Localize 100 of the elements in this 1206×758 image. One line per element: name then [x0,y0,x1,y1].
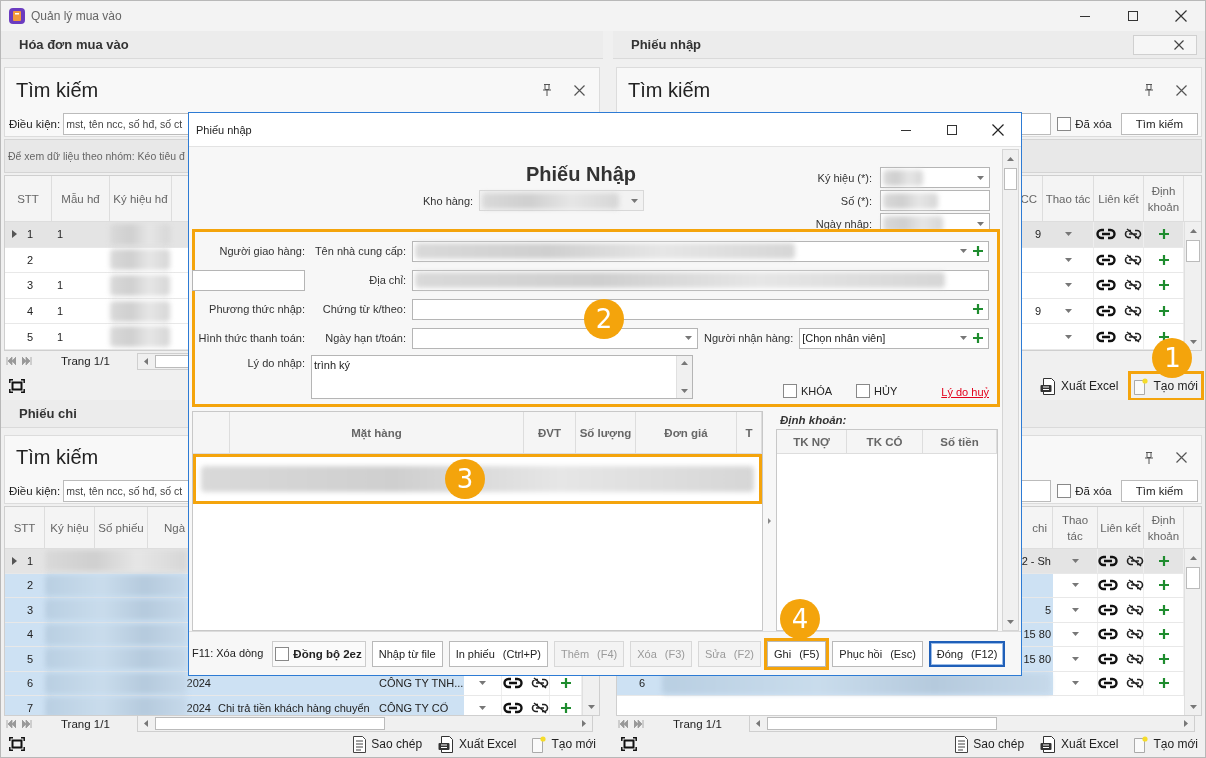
add-icon[interactable] [1158,254,1169,265]
column-header[interactable]: Ký hiệu [45,507,95,548]
scrollbar[interactable] [137,715,593,732]
dropdown-caret-icon[interactable] [1064,283,1072,288]
unlink-icon[interactable] [1125,652,1144,665]
dropdown-field[interactable] [412,240,989,262]
first-page-icon[interactable] [6,357,16,365]
arrow-right-icon[interactable] [582,720,586,727]
search-button[interactable]: Tìm kiếm [1120,480,1198,502]
dropdown-caret-icon[interactable] [1071,681,1079,686]
column-header[interactable]: STT [5,176,52,221]
maximize-icon[interactable] [947,124,957,135]
deleted-checkbox[interactable]: Đã xóa [1057,484,1112,498]
maximize-icon[interactable] [1128,11,1138,21]
unlink-icon[interactable] [530,677,549,690]
link-icon[interactable] [502,677,523,690]
close-icon[interactable] [1176,452,1187,463]
add-icon[interactable] [1158,331,1169,342]
column-header[interactable]: Mẫu hđ [52,176,110,221]
column-header[interactable]: Liên kết [1098,507,1144,548]
link-icon[interactable] [1097,579,1118,592]
fit-screen-icon[interactable] [621,737,637,751]
dropdown-field[interactable] [412,327,698,349]
export-excel-button[interactable]: Xuất Excel [1037,374,1122,398]
add-icon[interactable] [560,702,571,713]
text-field[interactable] [412,269,989,291]
column-header[interactable]: ĐVT [524,412,576,453]
link-icon[interactable] [1095,305,1116,318]
dropdown-field[interactable] [880,213,990,229]
new-button[interactable]: Tạo mới [1131,732,1201,756]
arrow-left-icon[interactable] [144,357,148,365]
arrow-up-icon[interactable] [681,361,688,365]
add-icon[interactable] [973,246,983,256]
column-header[interactable]: Thao tác [1043,176,1094,221]
link-icon[interactable] [1095,253,1116,266]
dropdown-caret-icon[interactable] [479,705,486,710]
column-header[interactable]: Số tiền [923,430,997,453]
action-button[interactable]: Nhập từ file [371,640,443,667]
unlink-icon[interactable] [1125,677,1144,690]
dropdown-caret-icon[interactable] [1064,309,1072,314]
column-header[interactable]: Mặt hàng [230,412,524,453]
dropdown-caret-icon[interactable] [1071,607,1079,612]
column-header[interactable]: Số lượng [576,412,636,453]
action-button[interactable]: Ghi (F5) [767,640,827,667]
add-icon[interactable] [1158,678,1169,689]
dropdown-caret-icon[interactable] [1064,257,1072,262]
add-icon[interactable] [1158,306,1169,317]
action-button[interactable]: In phiếu (Ctrl+P) [448,640,548,667]
link-icon[interactable] [1097,677,1118,690]
caret-icon[interactable] [685,336,692,340]
fit-screen-icon[interactable] [9,379,25,393]
column-header[interactable]: TK NỢ [777,430,847,453]
expand-arrow-icon[interactable] [768,518,771,524]
add-icon[interactable] [560,678,571,689]
checkbox[interactable]: HỦY [856,384,898,398]
first-page-icon[interactable] [6,719,16,728]
unlink-icon[interactable] [1123,330,1142,343]
dropdown-caret-icon[interactable] [1071,583,1079,588]
column-header[interactable]: Đơn giá [636,412,737,453]
pin-icon[interactable] [542,84,552,96]
arrow-right-icon[interactable] [1184,720,1188,727]
add-icon[interactable] [973,304,983,314]
column-header[interactable]: Định khoản [1144,176,1184,221]
link-icon[interactable] [1097,554,1118,567]
arrow-down-icon[interactable] [1189,339,1197,344]
export-excel-button[interactable]: Xuất Excel [435,732,520,756]
search-button[interactable]: Tìm kiếm [1120,113,1198,135]
close-icon[interactable] [1174,39,1184,50]
dropdown-field[interactable] [880,167,990,188]
arrow-down-icon[interactable] [1007,619,1014,624]
last-page-icon[interactable] [634,719,644,728]
arrow-down-icon[interactable] [1189,704,1197,709]
caret-icon[interactable] [960,336,967,340]
add-icon[interactable] [1158,229,1169,240]
last-page-icon[interactable] [22,357,32,365]
deleted-checkbox[interactable]: Đã xóa [1057,117,1112,131]
fit-screen-icon[interactable] [9,737,25,751]
dropdown-field[interactable]: [Chọn nhân viên] [799,327,989,349]
scrollbar-thumb[interactable] [767,717,997,730]
arrow-down-icon[interactable] [681,389,688,393]
sync-checkbox[interactable]: Đồng bộ 2ez [272,640,366,667]
unlink-icon[interactable] [1125,554,1144,567]
unlink-icon[interactable] [1125,603,1144,616]
unlink-icon[interactable] [1123,253,1142,266]
add-icon[interactable] [1158,629,1169,640]
scrollbar[interactable] [676,356,692,398]
link-icon[interactable] [1097,628,1118,641]
unlink-icon[interactable] [1123,305,1142,318]
add-icon[interactable] [973,333,983,343]
scrollbar[interactable] [1184,549,1201,715]
text-field[interactable] [192,269,305,291]
export-excel-button[interactable]: Xuất Excel [1037,732,1122,756]
dropdown-caret-icon[interactable] [479,681,486,686]
unlink-icon[interactable] [1123,228,1142,241]
arrow-up-icon[interactable] [1189,555,1197,560]
link-icon[interactable] [1095,228,1116,241]
arrow-left-icon[interactable] [756,720,760,727]
action-button[interactable]: Đóng (F12) [928,640,1006,667]
column-header[interactable]: T [737,412,762,453]
scrollbar[interactable] [1184,222,1201,350]
